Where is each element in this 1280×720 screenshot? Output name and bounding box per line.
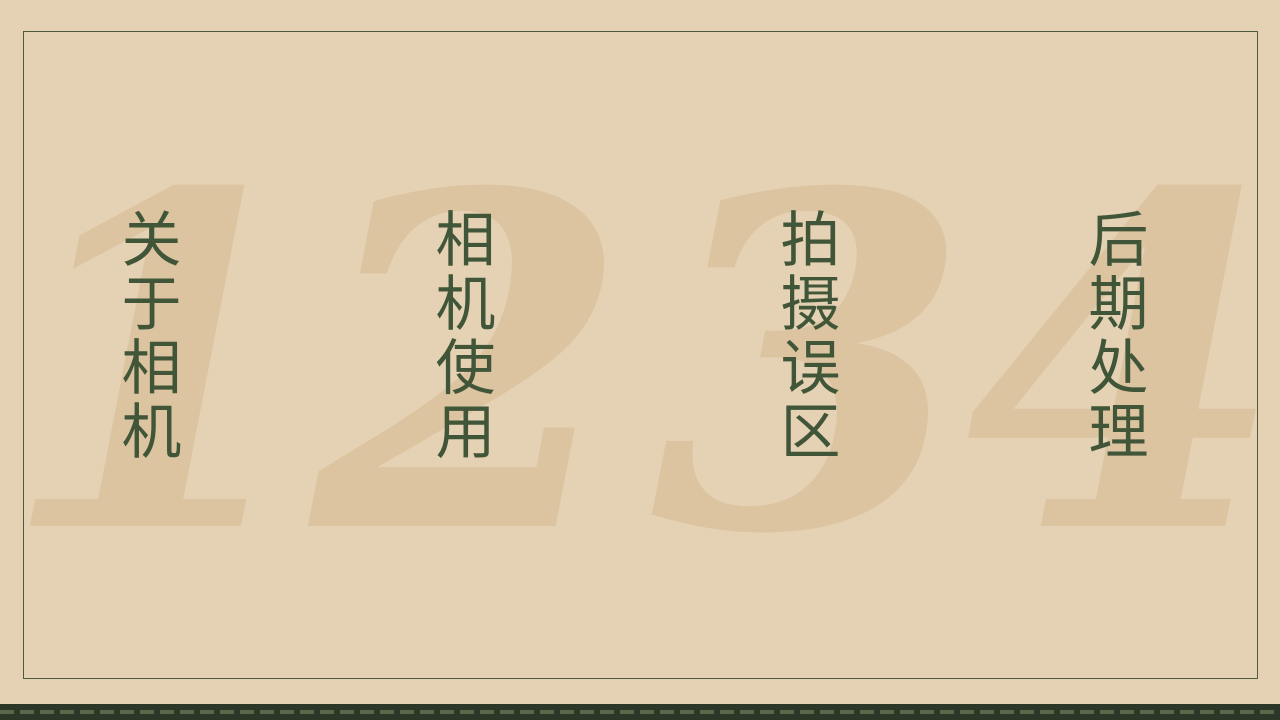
section-title: 相机使用 <box>425 208 495 464</box>
section-title: 拍摄误区 <box>770 208 840 464</box>
section-3[interactable]: 3 拍摄误区 <box>650 135 970 595</box>
section-title: 后期处理 <box>1078 208 1148 464</box>
section-1[interactable]: 1 关于相机 <box>0 135 320 595</box>
section-2[interactable]: 2 相机使用 <box>310 135 630 595</box>
section-title: 关于相机 <box>111 208 181 464</box>
footer-bar <box>0 704 1280 720</box>
section-4[interactable]: 4 后期处理 <box>965 135 1280 595</box>
footer-dashes <box>0 710 1280 714</box>
